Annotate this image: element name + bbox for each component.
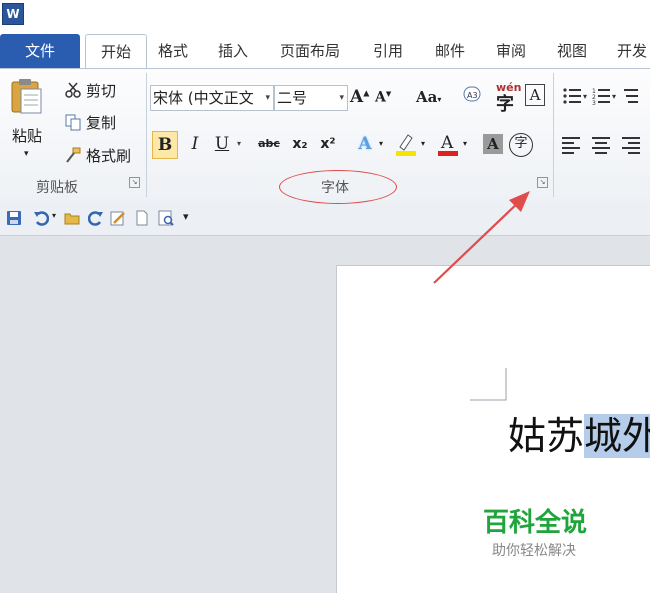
tab-review[interactable]: 审阅 [496,34,526,68]
customize-toolbar-icon[interactable]: ▾ [183,210,189,223]
text-effects-dropdown-icon[interactable]: ▾ [376,131,386,157]
format-painter-icon [66,147,81,163]
svg-text:A: A [440,133,454,153]
text-effects-icon[interactable]: A [352,131,378,157]
font-name-value: 宋体 (中文正文 [153,89,254,107]
edit-document-icon[interactable] [110,210,126,226]
highlighter-dropdown-icon[interactable]: ▾ [418,131,428,157]
tab-mailings[interactable]: 邮件 [435,34,465,68]
font-size-combo[interactable]: 二号 ▾ [274,85,348,111]
underline-button[interactable]: U [212,131,232,157]
svg-text:▾: ▾ [583,92,587,101]
character-shading-button[interactable]: A [483,134,503,154]
chevron-down-icon: ▾ [339,93,344,103]
grow-font-icon[interactable]: A▲ [350,87,369,107]
highlighter-icon[interactable] [394,131,418,157]
superscript-button[interactable]: x² [316,131,340,157]
clear-formatting-icon[interactable]: A3 [462,83,484,105]
watermark-title: 百科全说 [483,508,588,538]
paste-icon[interactable] [10,77,44,115]
svg-text:A3: A3 [467,91,478,100]
word-logo-icon: W [2,3,24,25]
cut-button[interactable]: 剪切 [86,80,116,101]
font-color-dropdown-icon[interactable]: ▾ [460,131,470,157]
document-text[interactable]: 姑苏城外 [508,405,650,460]
copy-button[interactable]: 复制 [86,112,116,133]
new-document-icon[interactable] [134,210,150,226]
redo-icon[interactable] [88,210,104,226]
save-icon[interactable] [6,210,22,226]
subscript-button[interactable]: x₂ [288,131,312,157]
bold-button[interactable]: B [152,131,178,159]
font-name-combo[interactable]: 宋体 (中文正文 ▾ [150,85,274,111]
ribbon-tabs: 文件 开始 格式 插入 页面布局 引用 邮件 审阅 视图 开发 [0,34,650,69]
tab-view[interactable]: 视图 [557,34,587,68]
underline-dropdown-icon[interactable]: ▾ [233,131,245,157]
tab-developer[interactable]: 开发 [617,34,647,68]
watermark-subtitle: 助你轻松解决 [492,543,576,559]
enclose-characters-button[interactable]: 字 [509,133,533,157]
title-bar: W [0,0,650,34]
tab-file[interactable]: 文件 [0,34,80,68]
svg-text:3: 3 [592,100,596,107]
align-buttons-icons[interactable] [562,133,650,155]
svg-text:▾: ▾ [612,92,616,101]
undo-icon[interactable] [33,210,49,226]
format-painter-button[interactable]: 格式刷 [86,145,131,166]
highlight-ellipse [279,170,397,204]
scissors-icon [65,82,81,98]
font-dialog-launcher-icon[interactable]: ↘ [537,177,548,188]
margin-corner-mark [470,368,507,401]
print-preview-icon[interactable] [158,210,174,226]
font-size-value: 二号 [277,89,308,107]
italic-button[interactable]: I [185,131,205,157]
change-case-button[interactable]: Aa▾ [416,88,441,106]
undo-dropdown-icon[interactable]: ▾ [52,211,56,220]
clipboard-group-label: 剪贴板 [36,180,78,196]
copy-icon [65,114,81,131]
paste-dropdown-icon[interactable]: ▾ [24,149,29,159]
change-case-label: Aa [416,88,438,106]
quick-access-toolbar: ▾ ▾ [0,201,650,236]
shrink-font-icon[interactable]: A▼ [375,89,391,106]
strikethrough-button[interactable]: abc [255,131,283,157]
list-buttons-icons[interactable]: ▾ 123 ▾ [562,85,650,107]
font-color-icon[interactable]: A [436,131,460,157]
group-divider [146,73,147,197]
tab-page-layout[interactable]: 页面布局 [280,34,340,68]
phonetic-guide-button[interactable]: wén 字 [496,81,521,116]
group-divider [553,73,554,197]
chevron-down-icon: ▾ [265,93,270,103]
tab-references[interactable]: 引用 [373,34,403,68]
document-text-selection: 城外 [584,414,650,458]
tab-format[interactable]: 格式 [158,34,188,68]
open-folder-icon[interactable] [64,210,80,226]
document-text-plain: 姑苏 [508,414,585,458]
character-border-button[interactable]: A [525,84,545,106]
tab-home[interactable]: 开始 [85,34,147,69]
clipboard-dialog-launcher-icon[interactable]: ↘ [129,177,140,188]
paste-button[interactable]: 粘贴 [12,125,42,146]
tab-insert[interactable]: 插入 [218,34,248,68]
